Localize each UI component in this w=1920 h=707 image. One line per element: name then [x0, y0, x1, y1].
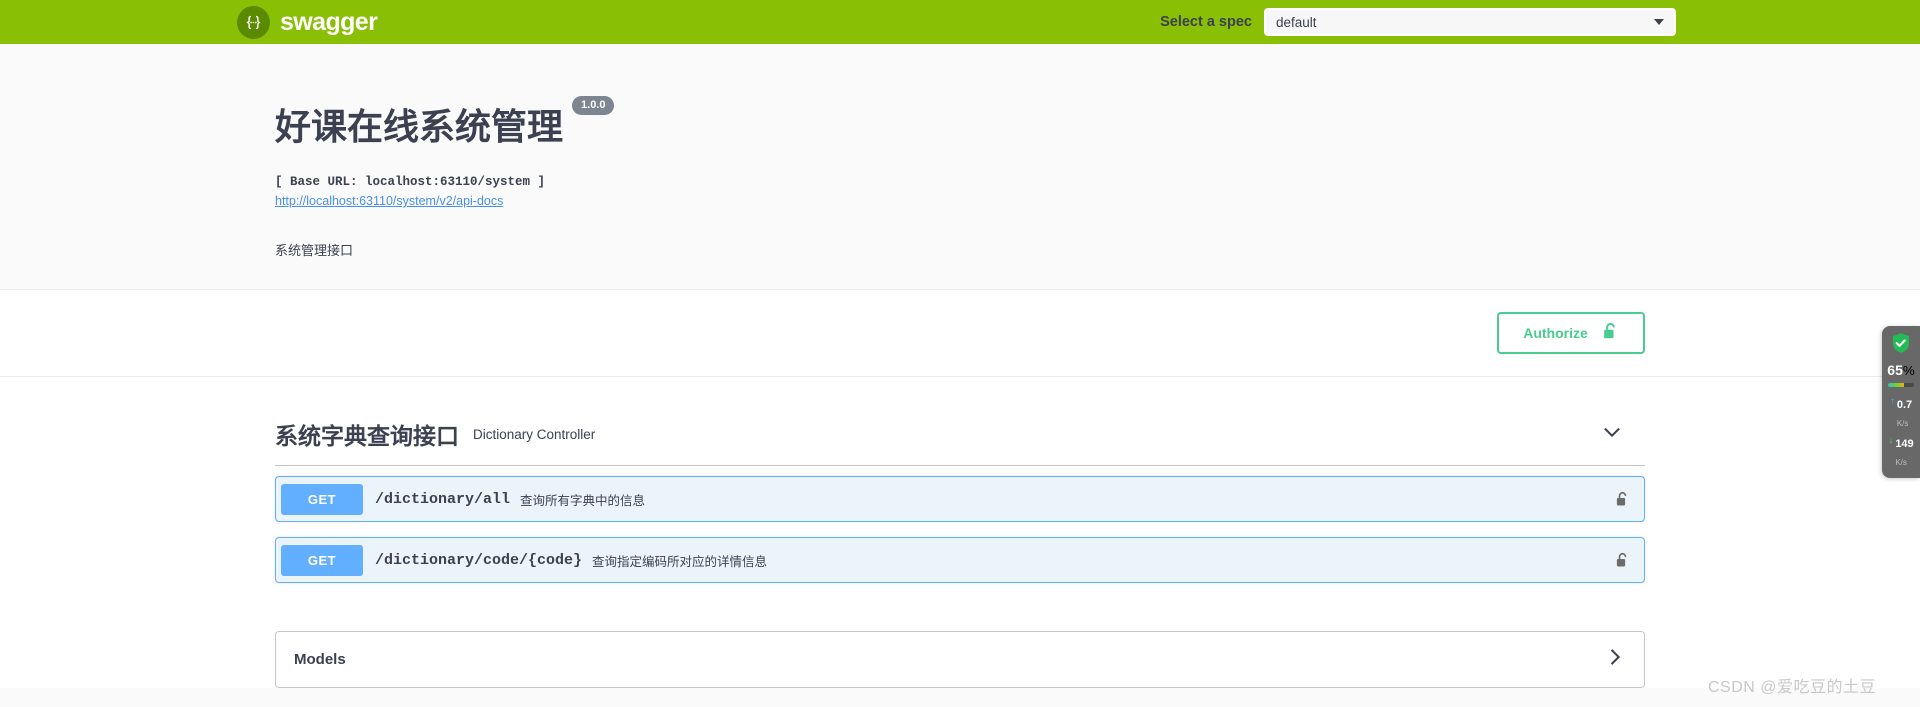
unlocked-padlock-icon	[1602, 322, 1619, 344]
authorize-button-label: Authorize	[1523, 325, 1588, 342]
api-info-block: 好课在线系统管理 1.0.0 [ Base URL: localhost:631…	[0, 44, 1920, 291]
cpu-percent-group: 65%	[1887, 362, 1914, 380]
cpu-percent-unit: %	[1902, 363, 1915, 378]
operation-summary: 查询所有字典中的信息	[520, 493, 646, 508]
cpu-percent-value: 65	[1887, 362, 1903, 378]
tag-section-description: Dictionary Controller	[473, 426, 596, 442]
http-method-badge: GET	[281, 483, 363, 515]
download-speed-unit: K/s	[1895, 458, 1907, 467]
models-section[interactable]: Models	[275, 631, 1645, 689]
upload-speed-unit: K/s	[1896, 419, 1909, 428]
operation-row[interactable]: GET /dictionary/code/{code} 查询指定编码所对应的详情…	[275, 537, 1645, 584]
chevron-down-icon[interactable]	[1601, 421, 1645, 448]
spec-selector-group: Select a spec default	[1160, 8, 1676, 36]
base-url-text: [ Base URL: localhost:63110/system ]	[275, 175, 546, 190]
spec-select-value: default	[1276, 14, 1317, 30]
arrow-up-icon: ↑	[1889, 396, 1895, 407]
tag-section-title: 系统字典查询接口	[275, 423, 459, 450]
unlocked-padlock-icon[interactable]	[1615, 552, 1644, 569]
network-monitor-widget[interactable]: 65% ↑ 0.7 K/s ↓ 149 K/s	[1882, 326, 1920, 478]
chevron-right-icon[interactable]	[1604, 646, 1626, 673]
spec-selector-label: Select a spec	[1160, 14, 1252, 30]
version-badge: 1.0.0	[572, 96, 615, 115]
http-method-badge: GET	[281, 544, 363, 576]
tag-section-header-dictionary-controller[interactable]: 系统字典查询接口 Dictionary Controller	[275, 407, 1645, 467]
download-speed-row: ↓ 149 K/s	[1888, 434, 1913, 470]
shield-check-icon[interactable]	[1891, 332, 1911, 359]
models-title: Models	[294, 651, 346, 669]
arrow-down-icon: ↓	[1888, 435, 1894, 446]
operation-summary: 查询指定编码所对应的详情信息	[592, 554, 768, 569]
watermark-text: CSDN @爱吃豆的土豆	[1707, 679, 1876, 696]
operation-path: /dictionary/all	[375, 490, 511, 508]
swagger-braces-icon	[237, 5, 270, 39]
download-speed-value: 149	[1895, 438, 1914, 450]
upload-speed-row: ↑ 0.7 K/s	[1890, 395, 1912, 431]
swagger-logo-text: swagger	[280, 7, 378, 36]
authorize-button[interactable]: Authorize	[1497, 312, 1645, 355]
cpu-usage-bar	[1888, 383, 1914, 387]
spec-select-dropdown[interactable]: default	[1264, 8, 1676, 36]
operation-path: /dictionary/code/{code}	[375, 551, 583, 569]
unlocked-padlock-icon[interactable]	[1615, 491, 1644, 508]
upload-speed-value: 0.7	[1896, 399, 1913, 411]
authorize-section: Authorize	[0, 290, 1920, 378]
api-description: 系统管理接口	[275, 243, 354, 259]
api-docs-link[interactable]: http://localhost:63110/system/v2/api-doc…	[275, 194, 503, 208]
api-operations-body: 系统字典查询接口 Dictionary Controller GET /dict…	[0, 377, 1920, 689]
api-title-row: 好课在线系统管理 1.0.0	[275, 84, 1645, 170]
operation-row[interactable]: GET /dictionary/all 查询所有字典中的信息	[275, 476, 1645, 523]
swagger-logo[interactable]: swagger	[237, 5, 378, 39]
top-navigation-bar: swagger Select a spec default	[0, 0, 1920, 44]
page-title: 好课在线系统管理	[275, 106, 564, 148]
chevron-down-icon	[1654, 19, 1664, 25]
